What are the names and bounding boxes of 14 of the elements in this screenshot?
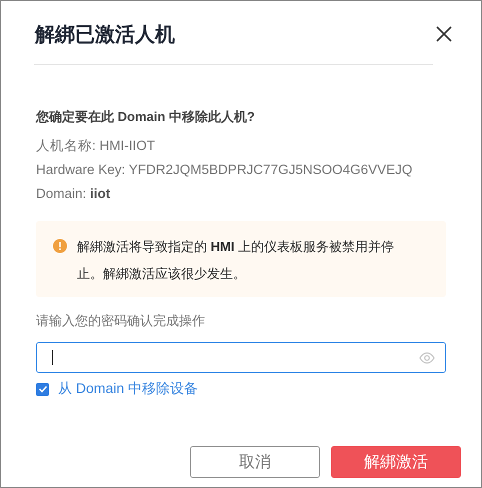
checkbox-label: 从 Domain 中移除设备 [58, 380, 198, 398]
detail-text: Domain: iiot [36, 185, 112, 202]
dialog-title: 解綁已激活人机 [35, 22, 175, 48]
confirm-question: 您确定要在此 Domain 中移除此人机? [36, 108, 256, 126]
checkbox[interactable] [36, 382, 49, 396]
detail-text: 人机名称: HMI-IIOT [36, 137, 156, 154]
warning-text: 解綁激活将导致指定的 HMI 上的仪表板服务被禁用并停止。解綁激活应该很少发生。 [77, 238, 396, 283]
password-label: 请输入您的密码确认完成操作 [36, 312, 206, 330]
warning-icon [53, 239, 67, 253]
detail-text: Hardware Key: YFDR2JQM5BDPRJC77GJ5NSOO4G6VVEJQ [36, 161, 414, 178]
password-field[interactable] [36, 342, 446, 373]
close-icon[interactable] [435, 25, 453, 43]
cancel-button[interactable]: 取消 [190, 446, 320, 478]
deactivate-button[interactable]: 解綁激活 [331, 446, 461, 478]
